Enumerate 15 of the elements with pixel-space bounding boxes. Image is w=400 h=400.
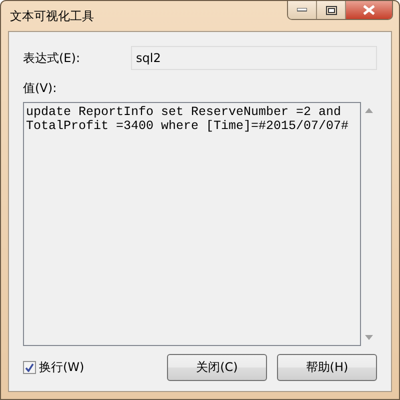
close-icon: [363, 5, 375, 15]
wrap-checkbox[interactable]: [23, 361, 36, 374]
close-dialog-button[interactable]: 关闭(C): [167, 354, 267, 381]
wrap-label: 换行(W): [39, 359, 84, 376]
minimize-icon: [297, 8, 307, 12]
help-button[interactable]: 帮助(H): [277, 354, 377, 381]
maximize-button[interactable]: [317, 1, 346, 19]
expression-label: 表达式(E):: [23, 50, 81, 66]
close-button[interactable]: [346, 1, 392, 19]
value-text-area[interactable]: update ReportInfo set ReserveNumber =2 and TotalProfit =3400 where [Time]=#2015/07/07#: [23, 102, 361, 346]
maximize-icon: [326, 6, 336, 14]
expression-field[interactable]: sql2: [131, 46, 377, 70]
minimize-button[interactable]: [288, 1, 317, 19]
value-label: 值(V):: [23, 80, 58, 97]
window-title: 文本可视化工具: [9, 8, 94, 24]
